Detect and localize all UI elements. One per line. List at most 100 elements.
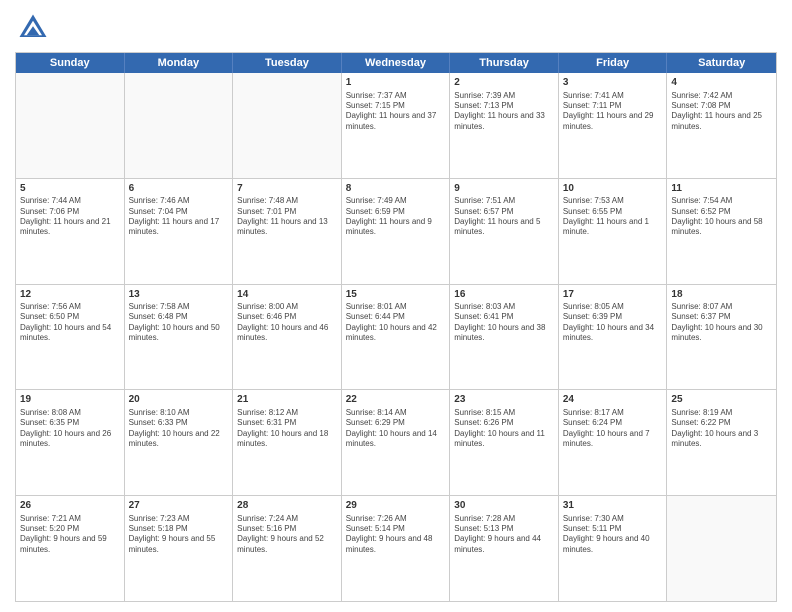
cell-info: Sunrise: 7:44 AM Sunset: 7:06 PM Dayligh… — [20, 196, 120, 238]
day-number: 22 — [346, 393, 446, 407]
cell-info: Sunrise: 7:24 AM Sunset: 5:16 PM Dayligh… — [237, 514, 337, 556]
calendar-week-5: 26Sunrise: 7:21 AM Sunset: 5:20 PM Dayli… — [16, 495, 776, 601]
day-number: 31 — [563, 499, 663, 513]
header-day-sunday: Sunday — [16, 53, 125, 73]
cell-info: Sunrise: 8:10 AM Sunset: 6:33 PM Dayligh… — [129, 408, 229, 450]
calendar-cell: 7Sunrise: 7:48 AM Sunset: 7:01 PM Daylig… — [233, 179, 342, 284]
calendar-cell: 21Sunrise: 8:12 AM Sunset: 6:31 PM Dayli… — [233, 390, 342, 495]
cell-info: Sunrise: 8:12 AM Sunset: 6:31 PM Dayligh… — [237, 408, 337, 450]
calendar-cell: 9Sunrise: 7:51 AM Sunset: 6:57 PM Daylig… — [450, 179, 559, 284]
calendar: SundayMondayTuesdayWednesdayThursdayFrid… — [15, 52, 777, 602]
cell-info: Sunrise: 8:08 AM Sunset: 6:35 PM Dayligh… — [20, 408, 120, 450]
header-day-wednesday: Wednesday — [342, 53, 451, 73]
calendar-cell: 31Sunrise: 7:30 AM Sunset: 5:11 PM Dayli… — [559, 496, 668, 601]
day-number: 29 — [346, 499, 446, 513]
logo — [15, 10, 55, 46]
header — [15, 10, 777, 46]
day-number: 19 — [20, 393, 120, 407]
day-number: 17 — [563, 288, 663, 302]
calendar-cell: 8Sunrise: 7:49 AM Sunset: 6:59 PM Daylig… — [342, 179, 451, 284]
calendar-cell: 12Sunrise: 7:56 AM Sunset: 6:50 PM Dayli… — [16, 285, 125, 390]
calendar-cell: 26Sunrise: 7:21 AM Sunset: 5:20 PM Dayli… — [16, 496, 125, 601]
calendar-cell: 20Sunrise: 8:10 AM Sunset: 6:33 PM Dayli… — [125, 390, 234, 495]
day-number: 23 — [454, 393, 554, 407]
calendar-week-4: 19Sunrise: 8:08 AM Sunset: 6:35 PM Dayli… — [16, 389, 776, 495]
day-number: 11 — [671, 182, 772, 196]
day-number: 7 — [237, 182, 337, 196]
cell-info: Sunrise: 7:48 AM Sunset: 7:01 PM Dayligh… — [237, 196, 337, 238]
calendar-cell: 10Sunrise: 7:53 AM Sunset: 6:55 PM Dayli… — [559, 179, 668, 284]
calendar-cell: 22Sunrise: 8:14 AM Sunset: 6:29 PM Dayli… — [342, 390, 451, 495]
calendar-cell: 28Sunrise: 7:24 AM Sunset: 5:16 PM Dayli… — [233, 496, 342, 601]
calendar-cell: 14Sunrise: 8:00 AM Sunset: 6:46 PM Dayli… — [233, 285, 342, 390]
day-number: 2 — [454, 76, 554, 90]
day-number: 8 — [346, 182, 446, 196]
calendar-cell: 30Sunrise: 7:28 AM Sunset: 5:13 PM Dayli… — [450, 496, 559, 601]
calendar-cell: 25Sunrise: 8:19 AM Sunset: 6:22 PM Dayli… — [667, 390, 776, 495]
day-number: 27 — [129, 499, 229, 513]
calendar-cell — [125, 73, 234, 178]
day-number: 6 — [129, 182, 229, 196]
cell-info: Sunrise: 8:01 AM Sunset: 6:44 PM Dayligh… — [346, 302, 446, 344]
header-day-thursday: Thursday — [450, 53, 559, 73]
calendar-cell: 23Sunrise: 8:15 AM Sunset: 6:26 PM Dayli… — [450, 390, 559, 495]
header-day-friday: Friday — [559, 53, 668, 73]
day-number: 30 — [454, 499, 554, 513]
day-number: 10 — [563, 182, 663, 196]
cell-info: Sunrise: 7:54 AM Sunset: 6:52 PM Dayligh… — [671, 196, 772, 238]
calendar-cell: 13Sunrise: 7:58 AM Sunset: 6:48 PM Dayli… — [125, 285, 234, 390]
calendar-body: 1Sunrise: 7:37 AM Sunset: 7:15 PM Daylig… — [16, 73, 776, 601]
cell-info: Sunrise: 8:00 AM Sunset: 6:46 PM Dayligh… — [237, 302, 337, 344]
calendar-week-2: 5Sunrise: 7:44 AM Sunset: 7:06 PM Daylig… — [16, 178, 776, 284]
cell-info: Sunrise: 8:07 AM Sunset: 6:37 PM Dayligh… — [671, 302, 772, 344]
day-number: 14 — [237, 288, 337, 302]
calendar-cell: 24Sunrise: 8:17 AM Sunset: 6:24 PM Dayli… — [559, 390, 668, 495]
cell-info: Sunrise: 7:28 AM Sunset: 5:13 PM Dayligh… — [454, 514, 554, 556]
calendar-cell: 27Sunrise: 7:23 AM Sunset: 5:18 PM Dayli… — [125, 496, 234, 601]
logo-icon — [15, 10, 51, 46]
day-number: 1 — [346, 76, 446, 90]
day-number: 13 — [129, 288, 229, 302]
cell-info: Sunrise: 7:21 AM Sunset: 5:20 PM Dayligh… — [20, 514, 120, 556]
calendar-cell: 5Sunrise: 7:44 AM Sunset: 7:06 PM Daylig… — [16, 179, 125, 284]
day-number: 20 — [129, 393, 229, 407]
day-number: 5 — [20, 182, 120, 196]
calendar-cell: 4Sunrise: 7:42 AM Sunset: 7:08 PM Daylig… — [667, 73, 776, 178]
calendar-cell — [667, 496, 776, 601]
cell-info: Sunrise: 7:46 AM Sunset: 7:04 PM Dayligh… — [129, 196, 229, 238]
header-day-saturday: Saturday — [667, 53, 776, 73]
calendar-cell: 29Sunrise: 7:26 AM Sunset: 5:14 PM Dayli… — [342, 496, 451, 601]
day-number: 25 — [671, 393, 772, 407]
day-number: 16 — [454, 288, 554, 302]
cell-info: Sunrise: 7:53 AM Sunset: 6:55 PM Dayligh… — [563, 196, 663, 238]
calendar-cell: 15Sunrise: 8:01 AM Sunset: 6:44 PM Dayli… — [342, 285, 451, 390]
calendar-cell: 16Sunrise: 8:03 AM Sunset: 6:41 PM Dayli… — [450, 285, 559, 390]
cell-info: Sunrise: 8:15 AM Sunset: 6:26 PM Dayligh… — [454, 408, 554, 450]
day-number: 12 — [20, 288, 120, 302]
day-number: 4 — [671, 76, 772, 90]
cell-info: Sunrise: 7:23 AM Sunset: 5:18 PM Dayligh… — [129, 514, 229, 556]
cell-info: Sunrise: 7:41 AM Sunset: 7:11 PM Dayligh… — [563, 91, 663, 133]
cell-info: Sunrise: 7:51 AM Sunset: 6:57 PM Dayligh… — [454, 196, 554, 238]
calendar-cell: 2Sunrise: 7:39 AM Sunset: 7:13 PM Daylig… — [450, 73, 559, 178]
day-number: 24 — [563, 393, 663, 407]
cell-info: Sunrise: 8:05 AM Sunset: 6:39 PM Dayligh… — [563, 302, 663, 344]
calendar-cell: 19Sunrise: 8:08 AM Sunset: 6:35 PM Dayli… — [16, 390, 125, 495]
calendar-cell: 6Sunrise: 7:46 AM Sunset: 7:04 PM Daylig… — [125, 179, 234, 284]
cell-info: Sunrise: 8:19 AM Sunset: 6:22 PM Dayligh… — [671, 408, 772, 450]
cell-info: Sunrise: 7:42 AM Sunset: 7:08 PM Dayligh… — [671, 91, 772, 133]
calendar-cell: 11Sunrise: 7:54 AM Sunset: 6:52 PM Dayli… — [667, 179, 776, 284]
cell-info: Sunrise: 7:49 AM Sunset: 6:59 PM Dayligh… — [346, 196, 446, 238]
cell-info: Sunrise: 7:26 AM Sunset: 5:14 PM Dayligh… — [346, 514, 446, 556]
cell-info: Sunrise: 7:30 AM Sunset: 5:11 PM Dayligh… — [563, 514, 663, 556]
calendar-header: SundayMondayTuesdayWednesdayThursdayFrid… — [16, 53, 776, 73]
cell-info: Sunrise: 7:58 AM Sunset: 6:48 PM Dayligh… — [129, 302, 229, 344]
cell-info: Sunrise: 8:14 AM Sunset: 6:29 PM Dayligh… — [346, 408, 446, 450]
calendar-week-3: 12Sunrise: 7:56 AM Sunset: 6:50 PM Dayli… — [16, 284, 776, 390]
day-number: 15 — [346, 288, 446, 302]
cell-info: Sunrise: 8:17 AM Sunset: 6:24 PM Dayligh… — [563, 408, 663, 450]
calendar-cell: 17Sunrise: 8:05 AM Sunset: 6:39 PM Dayli… — [559, 285, 668, 390]
day-number: 28 — [237, 499, 337, 513]
header-day-tuesday: Tuesday — [233, 53, 342, 73]
day-number: 26 — [20, 499, 120, 513]
